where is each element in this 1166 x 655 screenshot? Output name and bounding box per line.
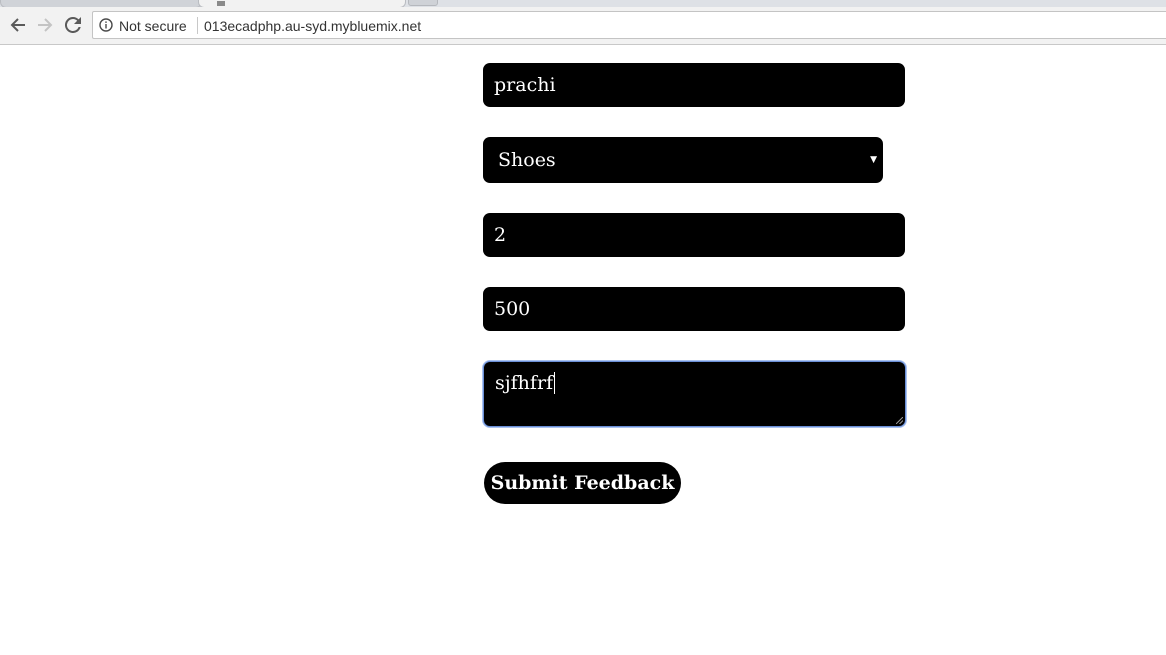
arrow-left-icon (10, 18, 25, 32)
feedback-textarea[interactable]: sjfhfrf (483, 361, 906, 427)
text-caret (554, 372, 556, 394)
address-bar[interactable]: Not secure 013ecadphp.au-syd.mybluemix.n… (92, 11, 1166, 39)
forward-button[interactable] (35, 15, 55, 35)
category-select[interactable]: Shoes ▼ (483, 137, 883, 183)
security-status-label[interactable]: Not secure (119, 18, 187, 34)
browser-toolbar: Not secure 013ecadphp.au-syd.mybluemix.n… (0, 7, 1166, 45)
name-input-value: prachi (494, 74, 556, 96)
reload-icon (65, 17, 81, 33)
quantity-input[interactable]: 2 (483, 213, 905, 257)
browser-tab-inactive[interactable] (0, 0, 202, 7)
url-text[interactable]: 013ecadphp.au-syd.mybluemix.net (204, 18, 421, 34)
browser-tab-active[interactable] (198, 0, 406, 7)
name-input[interactable]: prachi (483, 63, 905, 107)
address-bar-divider (197, 17, 198, 34)
back-button[interactable] (8, 15, 28, 35)
page-favicon-icon (217, 1, 225, 6)
arrow-right-icon (38, 18, 53, 32)
dropdown-arrow-icon: ▼ (870, 155, 877, 165)
info-icon[interactable] (99, 18, 113, 32)
reload-button[interactable] (63, 15, 83, 35)
price-input-value: 500 (494, 298, 531, 320)
tab-strip (0, 0, 1166, 7)
price-input[interactable]: 500 (483, 287, 905, 331)
submit-feedback-button[interactable]: Submit Feedback (484, 462, 681, 504)
quantity-input-value: 2 (494, 224, 507, 246)
category-selected-value: Shoes (498, 149, 556, 171)
feedback-textarea-value: sjfhfrf (495, 372, 554, 394)
resize-handle-icon[interactable] (896, 417, 903, 424)
new-tab-button[interactable] (408, 0, 438, 6)
